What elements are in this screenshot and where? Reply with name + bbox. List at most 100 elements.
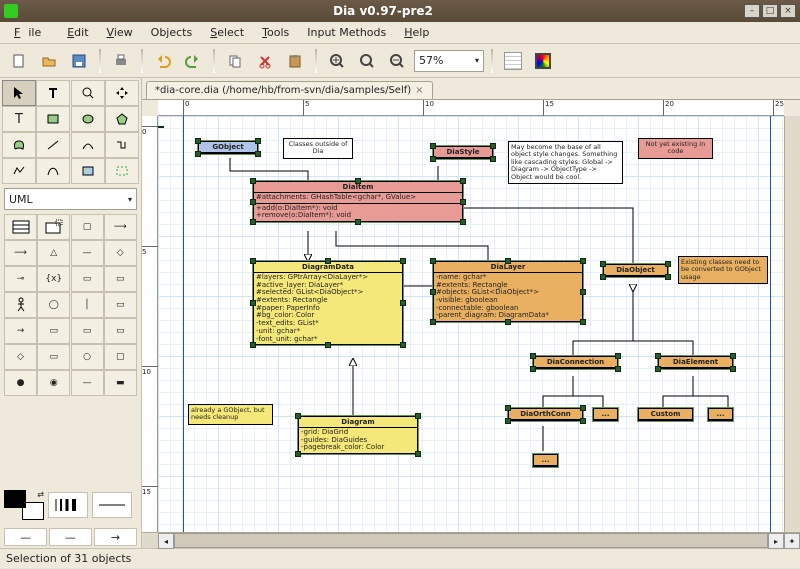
uml-shape27[interactable]: — [71, 370, 104, 396]
uml-class-diagramdata[interactable]: DiagramData #layers: GPtrArray<DiaLayer*… [253, 261, 403, 345]
uml-assoc[interactable]: — [71, 240, 104, 266]
note-style[interactable]: May become the base of all object style … [508, 141, 623, 184]
tab-close-icon[interactable]: × [415, 85, 423, 96]
uml-class-diaobject[interactable]: DiaObject [603, 264, 668, 277]
paste-button[interactable] [282, 48, 308, 74]
swap-colors-icon[interactable]: ⇄ [37, 490, 44, 499]
document-tab[interactable]: *dia-core.dia (/home/hb/from-svn/dia/sam… [146, 81, 433, 99]
line-width-selector[interactable] [48, 492, 88, 518]
pointer-tool[interactable] [2, 80, 36, 106]
uml-aggreg[interactable]: ◇ [104, 240, 137, 266]
line-tool[interactable] [36, 132, 70, 158]
snap-grid-button[interactable] [500, 48, 526, 74]
menu-view[interactable]: View [99, 24, 141, 41]
menu-input[interactable]: Input Methods [299, 24, 394, 41]
uml-largepkg[interactable]: ▭ [104, 266, 137, 292]
scroll-right-button[interactable]: ▸ [768, 533, 784, 549]
undo-button[interactable] [150, 48, 176, 74]
outline-tool[interactable] [105, 158, 139, 184]
uml-implements[interactable]: ⊸ [4, 266, 37, 292]
polyline-tool[interactable] [2, 158, 36, 184]
uml-class-dots3[interactable]: ... [533, 454, 558, 467]
uml-shape25[interactable]: ● [4, 370, 37, 396]
uml-object[interactable]: ▭ [104, 292, 137, 318]
uml-state[interactable]: ▢ [104, 344, 137, 370]
image-tool[interactable] [71, 158, 105, 184]
uml-class-diastyle[interactable]: DiaStyle [433, 146, 493, 159]
open-button[interactable] [36, 48, 62, 74]
menu-help[interactable]: Help [396, 24, 437, 41]
minimize-button[interactable]: – [744, 4, 760, 18]
close-button[interactable]: × [780, 4, 796, 18]
cut-button[interactable] [252, 48, 278, 74]
note-already[interactable]: already a GObject, but needs cleanup [188, 404, 273, 425]
zoom-tool[interactable] [71, 80, 105, 106]
arrow-end[interactable]: → [94, 528, 137, 546]
uml-class-gobject[interactable]: GObject [198, 141, 258, 154]
uml-class-diaelement[interactable]: DiaElement [658, 356, 733, 369]
color-picker-button[interactable] [530, 48, 556, 74]
uml-class-diaorthconn[interactable]: DiaOrthConn [508, 408, 583, 421]
uml-class-dots2[interactable]: ... [708, 408, 733, 421]
uml-class-diagram[interactable]: Diagram -grid: DiaGrid -guides: DiaGuide… [298, 416, 418, 454]
note-existing[interactable]: Existing classes need to be converted to… [678, 256, 768, 284]
new-button[interactable] [6, 48, 32, 74]
ellipse-tool[interactable] [71, 106, 105, 132]
print-button[interactable] [108, 48, 134, 74]
text-edit-tool[interactable]: T [2, 106, 36, 132]
uml-class-dialayer[interactable]: DiaLayer -name: gchar* #extents: Rectang… [433, 261, 583, 322]
uml-shape22[interactable]: ▭ [37, 344, 70, 370]
polygon-tool[interactable] [105, 106, 139, 132]
uml-generalize[interactable]: △ [37, 240, 70, 266]
uml-shape19[interactable]: ▭ [71, 318, 104, 344]
menu-objects[interactable]: Objects [143, 24, 201, 41]
uml-shape26[interactable]: ◉ [37, 370, 70, 396]
uml-usecase[interactable]: ◯ [37, 292, 70, 318]
uml-class-diaitem[interactable]: DiaItem #attachments: GHashTable<gchar*,… [253, 181, 463, 222]
nav-button[interactable]: ✦ [784, 533, 800, 549]
uml-constraint[interactable]: {x} [37, 266, 70, 292]
save-button[interactable] [66, 48, 92, 74]
zigzag-tool[interactable] [105, 132, 139, 158]
uml-dependency[interactable]: ⟶ [104, 214, 137, 240]
zoom-fit-button[interactable] [354, 48, 380, 74]
uml-smallpkg[interactable]: ▭ [71, 266, 104, 292]
scrollbar-horizontal[interactable]: ◂ ▸ ✦ [142, 532, 800, 548]
uml-class-diaconnection[interactable]: DiaConnection [533, 356, 618, 369]
menu-select[interactable]: Select [202, 24, 252, 41]
zoom-out-button[interactable] [384, 48, 410, 74]
beziergon-tool[interactable] [2, 132, 36, 158]
uml-shape21[interactable]: ◇ [4, 344, 37, 370]
copy-button[interactable] [222, 48, 248, 74]
uml-template[interactable] [37, 214, 70, 240]
scroll-tool[interactable] [105, 80, 139, 106]
uml-note[interactable]: ▢ [71, 214, 104, 240]
uml-realize[interactable]: ⟶ [4, 240, 37, 266]
uml-message[interactable]: → [4, 318, 37, 344]
uml-class-dots1[interactable]: ... [593, 408, 618, 421]
scroll-left-button[interactable]: ◂ [158, 533, 174, 549]
uml-lifeline[interactable]: │ [71, 292, 104, 318]
zoom-combo[interactable]: 57%▾ [414, 50, 484, 72]
note-classes-outside[interactable]: Classes outside of Dia [283, 138, 353, 159]
uml-class-custom[interactable]: Custom [638, 408, 693, 421]
uml-fork[interactable]: ▬ [104, 370, 137, 396]
arrow-start[interactable]: — [4, 528, 47, 546]
zoom-in-button[interactable] [324, 48, 350, 74]
uml-node[interactable]: ▭ [104, 318, 137, 344]
shapeset-combo[interactable]: UML▾ [4, 188, 137, 210]
maximize-button[interactable]: □ [762, 4, 778, 18]
line-middle[interactable]: — [49, 528, 92, 546]
menu-tools[interactable]: Tools [254, 24, 297, 41]
scrollbar-vertical[interactable] [784, 116, 800, 532]
uml-actor[interactable] [4, 292, 37, 318]
note-not-yet[interactable]: Not yet existing in code [638, 138, 713, 159]
diagram-canvas[interactable]: GObject Classes outside of Dia DiaItem #… [158, 116, 784, 532]
bezier-tool[interactable] [36, 158, 70, 184]
uml-component[interactable]: ▭ [37, 318, 70, 344]
uml-shape23[interactable]: ○ [71, 344, 104, 370]
arc-tool[interactable] [71, 132, 105, 158]
box-tool[interactable] [36, 106, 70, 132]
line-style-selector[interactable] [92, 492, 132, 518]
uml-class[interactable] [4, 214, 37, 240]
